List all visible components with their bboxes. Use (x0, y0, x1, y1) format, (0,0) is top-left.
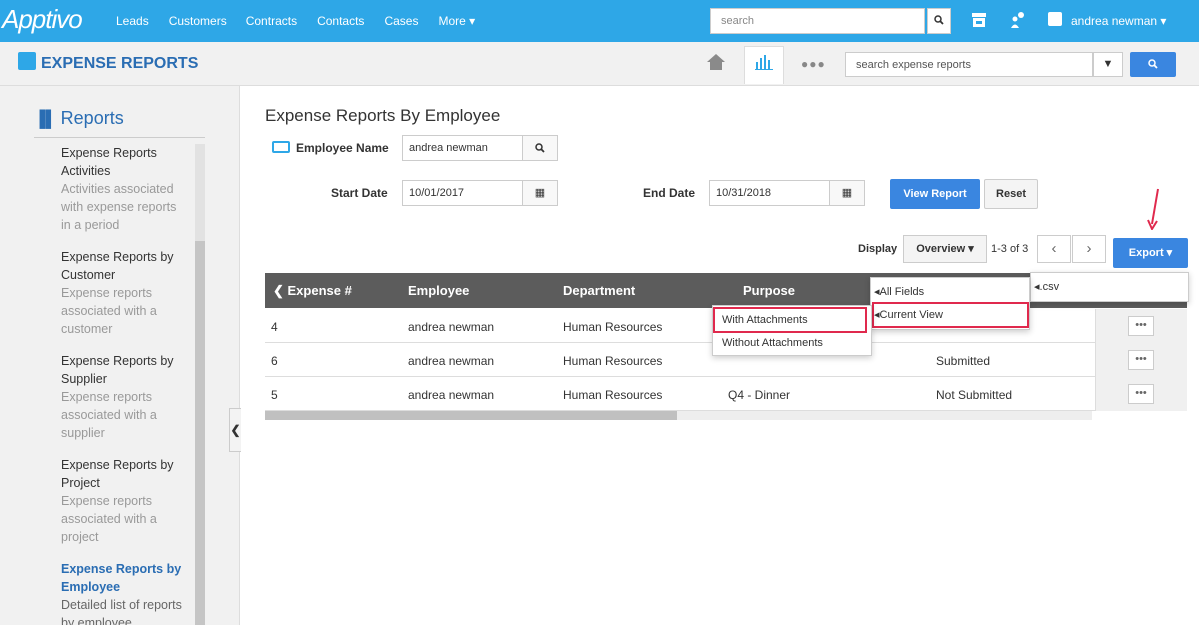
end-date-label: End Date (643, 186, 696, 200)
calendar-icon[interactable]: ▦ (829, 180, 865, 206)
search-button[interactable] (1130, 52, 1176, 77)
apptivo-logo[interactable]: Apptivo (2, 4, 83, 35)
nav-contracts[interactable]: Contracts (246, 14, 297, 28)
global-search-input[interactable]: search (710, 8, 925, 34)
row-actions-cell: ••• (1095, 343, 1187, 377)
expense-app-icon (18, 52, 36, 70)
row-menu-button[interactable]: ••• (1128, 316, 1154, 336)
report-list: Expense Reports Activities Activities as… (50, 144, 195, 625)
row-menu-button[interactable]: ••• (1128, 384, 1154, 404)
nav-contacts[interactable]: Contacts (317, 14, 364, 28)
end-date-field[interactable]: 10/31/2018 (709, 180, 830, 206)
display-label: Display (858, 243, 898, 255)
column-employee[interactable]: Employee (408, 283, 469, 298)
row-actions-cell: ••• (1095, 309, 1187, 343)
chevron-left-icon[interactable]: ‹ (1037, 235, 1071, 263)
search-icon[interactable] (927, 8, 951, 34)
menu-item-csv[interactable]: ◂.csv (1031, 276, 1059, 298)
reset-button[interactable]: Reset (984, 179, 1038, 209)
sidebar-item-supplier[interactable]: Expense Reports by Supplier Expense repo… (50, 352, 195, 456)
menu-item-without-attachments[interactable]: Without Attachments (713, 332, 871, 354)
nav-more[interactable]: More ▾ (438, 14, 475, 28)
column-purpose[interactable]: Purpose (743, 283, 795, 298)
display-select[interactable]: Overview ▾ (903, 235, 987, 263)
page-title: EXPENSE REPORTS (41, 55, 199, 72)
top-nav: Leads Customers Contracts Contacts Cases… (116, 14, 495, 28)
store-icon[interactable] (971, 12, 987, 30)
table-scroll-thumb[interactable] (265, 411, 677, 420)
nav-customers[interactable]: Customers (169, 14, 227, 28)
id-card-icon (272, 141, 290, 153)
collapse-sidebar-button[interactable]: ❮ (229, 408, 241, 452)
search-icon[interactable] (522, 135, 558, 161)
highlight-box (713, 307, 867, 333)
reports-icon: ▐▌ (34, 111, 57, 128)
bar-chart-icon[interactable] (744, 46, 784, 84)
row-actions-cell: ••• (1095, 377, 1187, 411)
nav-leads[interactable]: Leads (116, 14, 149, 28)
user-avatar[interactable] (1048, 12, 1062, 26)
arrow-annotation (1147, 188, 1159, 230)
report-title: Expense Reports By Employee (265, 106, 501, 125)
search-reports-input[interactable]: search expense reports (845, 52, 1093, 77)
sidebar-item-customer[interactable]: Expense Reports by Customer Expense repo… (50, 248, 195, 352)
table-row[interactable]: 5 andrea newman Human Resources Q4 - Din… (265, 377, 1187, 411)
chevron-down-icon[interactable]: ▼ (1093, 52, 1123, 77)
nav-cases[interactable]: Cases (384, 14, 418, 28)
chevron-right-icon[interactable]: › (1072, 235, 1106, 263)
column-expense[interactable]: ❮ Expense # (273, 283, 352, 299)
column-department[interactable]: Department (563, 283, 635, 298)
sidebar-item-activities[interactable]: Expense Reports Activities Activities as… (50, 144, 195, 248)
export-button[interactable]: Export ▾ (1113, 238, 1188, 268)
menu-item-all-fields[interactable]: ◂All Fields (871, 281, 1029, 303)
chevron-left-icon: ❮ (273, 283, 288, 298)
view-report-button[interactable]: View Report (890, 179, 980, 209)
start-date-field[interactable]: 10/01/2017 (402, 180, 523, 206)
home-icon[interactable] (706, 53, 728, 73)
calendar-icon[interactable]: ▦ (522, 180, 558, 206)
row-menu-button[interactable]: ••• (1128, 350, 1154, 370)
start-date-label: Start Date (331, 186, 388, 200)
employee-label: Employee Name (296, 141, 389, 155)
highlight-box (872, 302, 1029, 328)
more-options-icon[interactable]: ●●● (801, 57, 826, 71)
people-icon[interactable] (1010, 11, 1026, 32)
user-menu[interactable]: andrea newman ▾ (1071, 14, 1166, 28)
sidebar-title: ▐▌ Reports (34, 108, 124, 128)
pagination-info: 1-3 of 3 (991, 243, 1029, 255)
sidebar-item-project[interactable]: Expense Reports by Project Expense repor… (50, 456, 195, 560)
sidebar-scroll-thumb[interactable] (195, 241, 205, 625)
top-bar: Apptivo Leads Customers Contracts Contac… (0, 0, 1199, 42)
employee-field[interactable]: andrea newman (402, 135, 523, 161)
sidebar: ▐▌ Reports Expense Reports Activities Act… (0, 86, 240, 625)
export-menu: ◂.csv (1030, 272, 1189, 302)
sidebar-item-employee[interactable]: Expense Reports by Employee Detailed lis… (50, 560, 195, 625)
divider (34, 137, 205, 138)
